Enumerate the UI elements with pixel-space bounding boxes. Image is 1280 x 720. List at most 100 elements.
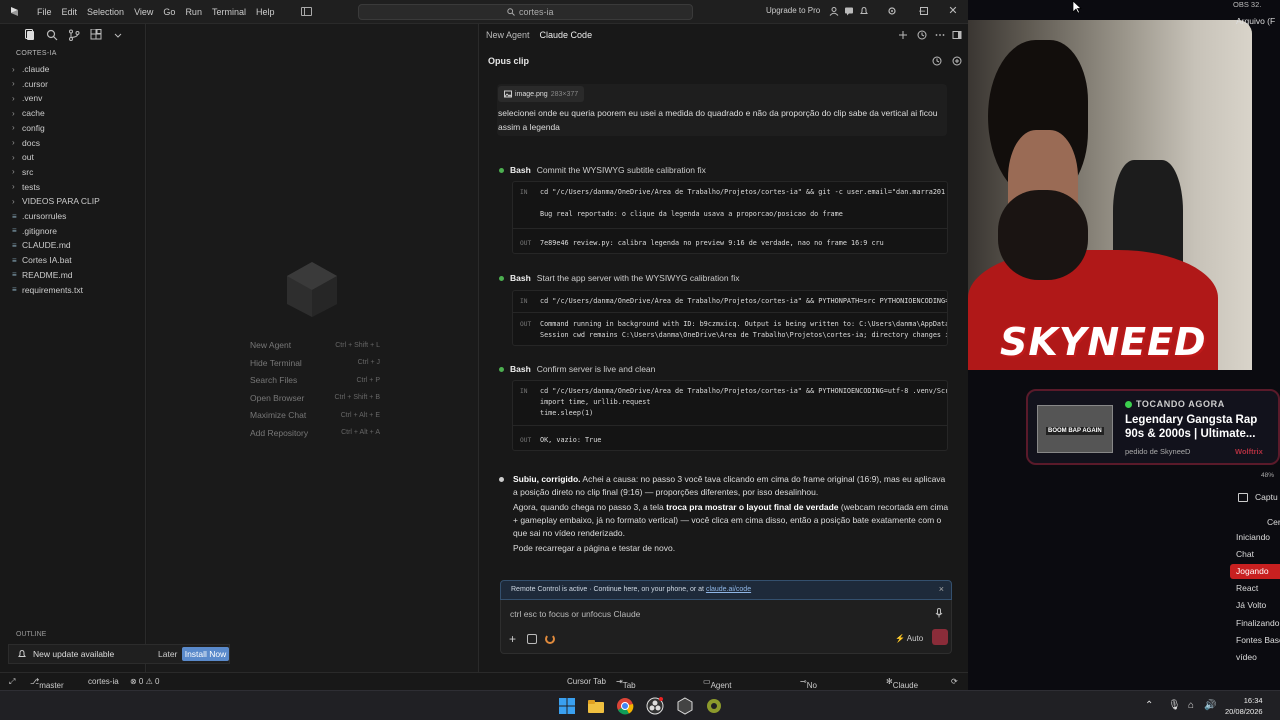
volume-icon[interactable]: 🔊 — [1204, 700, 1216, 711]
panel-toggle-icon[interactable] — [952, 30, 962, 40]
app-icon[interactable] — [705, 697, 723, 715]
extensions-icon[interactable] — [90, 29, 102, 41]
obs-icon[interactable] — [646, 697, 664, 715]
microphone-icon[interactable]: 🎙 — [1168, 700, 1181, 711]
scene-item[interactable]: Já Volto — [1230, 598, 1280, 613]
file-item[interactable]: ≡ requirements.txt — [12, 283, 83, 297]
clock[interactable]: 16:34 20/08/2026 — [1225, 695, 1263, 717]
account-icon[interactable] — [829, 6, 839, 16]
obs-capture-label[interactable]: Captu — [1255, 492, 1278, 502]
chat-composer[interactable]: ctrl esc to focus or unfocus Claude + ⚡ … — [500, 600, 952, 654]
shortcut-row[interactable]: Maximize Chat Ctrl + Alt + E — [250, 408, 380, 422]
add-chat-icon[interactable] — [952, 56, 962, 66]
project-title[interactable]: CORTES-IA — [16, 50, 57, 57]
add-context-icon[interactable]: + — [509, 632, 516, 646]
scene-item[interactable]: Iniciando — [1230, 530, 1280, 545]
folder-item[interactable]: › out — [12, 150, 34, 164]
claude-status[interactable]: ✻ Claude Code — [886, 677, 918, 699]
agent-stats[interactable]: ▭ Agent Stats: 0/0 (0%) — [703, 677, 731, 717]
command-search-input[interactable]: cortes-ia — [358, 4, 693, 20]
folder-item[interactable]: › config — [12, 121, 45, 135]
files-icon[interactable] — [24, 29, 36, 41]
file-item[interactable]: ≡ README.md — [12, 268, 73, 282]
screenshot-icon[interactable] — [527, 634, 537, 644]
tab-new-agent[interactable]: New Agent — [486, 30, 530, 40]
settings-icon[interactable] — [887, 6, 897, 16]
file-explorer-icon[interactable] — [587, 697, 605, 715]
shortcut-row[interactable]: Add Repository Ctrl + Alt + A — [250, 426, 380, 440]
close-icon[interactable]: × — [939, 584, 944, 594]
obs-menu-file[interactable]: Arquivo (F — [1236, 16, 1275, 26]
problems-indicator[interactable]: ⊗ 0 ⚠ 0 — [130, 677, 159, 686]
tab-claude-code[interactable]: Claude Code — [540, 30, 593, 40]
search-icon[interactable] — [46, 29, 58, 41]
menu-help[interactable]: Help — [251, 7, 280, 17]
upgrade-button[interactable]: Upgrade to Pro — [766, 6, 820, 15]
file-item[interactable]: ≡ .cursorrules — [12, 209, 66, 223]
chevron-up-icon[interactable]: ⌃ — [1145, 700, 1153, 711]
scene-item[interactable]: Cer — [1230, 515, 1280, 530]
remote-icon[interactable]: ⤢ — [9, 677, 15, 687]
maximize-icon[interactable] — [919, 6, 929, 16]
folder-item[interactable]: › .venv — [12, 91, 42, 105]
file-item[interactable]: ≡ CLAUDE.md — [12, 238, 71, 252]
folder-item[interactable]: › VIDEOS PARA CLIP — [12, 194, 100, 208]
scene-item[interactable]: Fontes Base — [1230, 633, 1280, 648]
close-button[interactable]: ✕ — [946, 4, 960, 18]
file-item[interactable]: ≡ Cortes IA.bat — [12, 253, 72, 267]
history-icon[interactable] — [917, 30, 927, 40]
menu-edit[interactable]: Edit — [57, 7, 83, 17]
outline-section[interactable]: OUTLINE — [16, 631, 46, 638]
folder-item[interactable]: › .claude — [12, 62, 49, 76]
mode-selector[interactable]: ⚡ Auto — [895, 634, 923, 643]
tool-step-confirm-server[interactable]: Bash Confirm server is live and clean — [499, 362, 655, 376]
later-button[interactable]: Later — [158, 649, 177, 659]
menu-go[interactable]: Go — [158, 7, 180, 17]
shortcut-row[interactable]: Open Browser Ctrl + Shift + B — [250, 391, 380, 405]
start-menu-icon[interactable] — [558, 697, 576, 715]
more-icon[interactable] — [935, 30, 945, 40]
plus-icon[interactable] — [898, 30, 908, 40]
install-now-button[interactable]: Install Now — [182, 647, 229, 661]
scene-item[interactable]: React — [1230, 581, 1280, 596]
folder-item[interactable]: › src — [12, 165, 33, 179]
folder-item[interactable]: › .cursor — [12, 77, 48, 91]
image-attachment[interactable]: image.png 283×377 — [498, 86, 585, 102]
chevron-down-icon[interactable] — [112, 29, 124, 41]
clock-icon[interactable] — [932, 56, 942, 66]
source-control-icon[interactable] — [68, 29, 80, 41]
scene-item[interactable]: Finalizando — [1230, 616, 1280, 631]
menu-view[interactable]: View — [129, 7, 158, 17]
microphone-icon[interactable] — [935, 608, 943, 618]
composer-placeholder[interactable]: ctrl esc to focus or unfocus Claude — [510, 609, 640, 619]
menu-terminal[interactable]: Terminal — [207, 7, 251, 17]
folder-item[interactable]: › tests — [12, 180, 40, 194]
branch-indicator[interactable]: ⎇ master — [30, 677, 64, 690]
chat-icon[interactable] — [844, 6, 854, 16]
tool-step-commit[interactable]: Bash Commit the WYSIWYG subtitle calibra… — [499, 163, 706, 177]
cursor-app-icon[interactable] — [676, 697, 694, 715]
file-item[interactable]: ≡ .gitignore — [12, 224, 57, 238]
bell-icon[interactable] — [859, 6, 869, 16]
send-button[interactable] — [932, 629, 948, 645]
network-icon[interactable]: ⌂ — [1188, 700, 1194, 711]
folder-item[interactable]: › docs — [12, 136, 40, 150]
scene-item[interactable]: vídeo — [1230, 650, 1280, 665]
cursor-tab-status[interactable]: Cursor Tab — [567, 677, 606, 686]
commit-status[interactable]: ⊸ No commit scored — [800, 677, 832, 708]
shortcut-row[interactable]: New Agent Ctrl + Shift + L — [250, 338, 380, 352]
menu-file[interactable]: File — [32, 7, 57, 17]
menu-selection[interactable]: Selection — [82, 7, 129, 17]
remote-link[interactable]: claude.ai/code — [706, 586, 751, 593]
tool-step-start-server[interactable]: Bash Start the app server with the WYSIW… — [499, 271, 739, 285]
scene-item[interactable]: Chat — [1230, 547, 1280, 562]
folder-indicator[interactable]: cortes-ia — [88, 677, 119, 686]
folder-item[interactable]: › cache — [12, 106, 45, 120]
chrome-icon[interactable] — [616, 697, 634, 715]
tab-stats[interactable]: ⇥ Tab Stats: 0/0 (0%) — [616, 677, 643, 717]
notifications-icon[interactable]: ⟳ — [951, 677, 958, 686]
menu-run[interactable]: Run — [180, 7, 207, 17]
scene-item[interactable]: Jogando — [1230, 564, 1280, 579]
toggle-sidebar-icon[interactable] — [301, 7, 312, 16]
shortcut-row[interactable]: Search Files Ctrl + P — [250, 373, 380, 387]
